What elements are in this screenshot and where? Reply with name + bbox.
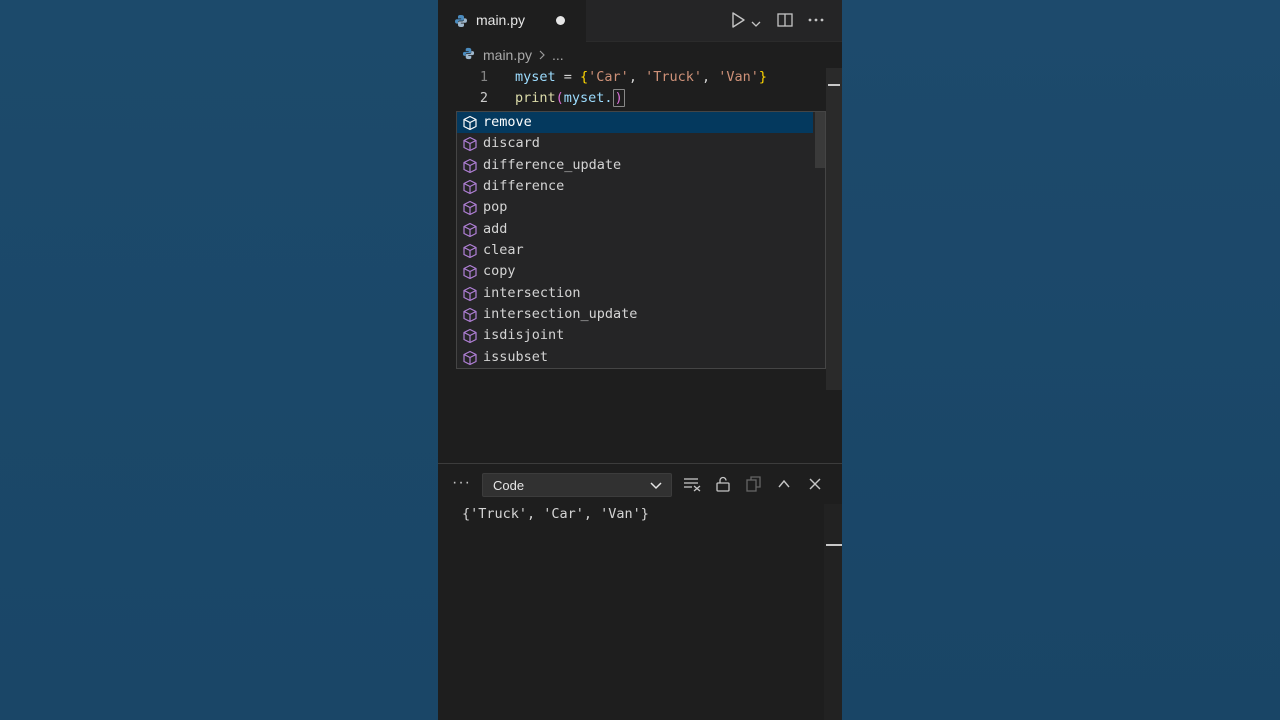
token: } [758,69,768,85]
suggestion-item[interactable]: pop [457,197,813,218]
suggestion-item[interactable]: intersection_update [457,304,813,325]
vscode-editor: main.py main.py ... 1 myset = {'Car', 'T… [438,0,842,720]
code-text: print(myset.) [515,89,625,107]
token: , [628,69,646,85]
suggestion-label: difference_update [483,156,622,173]
chevron-down-icon[interactable] [751,15,761,33]
clear-output-icon[interactable] [682,475,702,498]
python-file-icon [462,47,475,63]
output-channel-select[interactable]: Code [482,473,672,497]
suggestion-label: remove [483,114,532,130]
suggestion-item[interactable]: add [457,219,813,240]
suggestion-scrollbar[interactable] [815,112,825,168]
suggestion-item[interactable]: remove [457,112,813,133]
token: , [701,69,719,85]
suggestion-item[interactable]: discard [457,133,813,154]
lock-icon[interactable] [714,475,732,498]
token: = [555,69,581,85]
token: ( [555,90,564,106]
suggestion-label: add [483,220,508,237]
close-icon[interactable] [808,477,822,496]
method-cube-icon [462,350,478,371]
line-number: 2 [479,90,488,106]
chevron-up-icon[interactable] [777,477,791,495]
suggestion-item[interactable]: copy [457,261,813,282]
more-actions-icon[interactable]: ··· [452,474,471,492]
tab-label: main.py [476,12,526,28]
breadcrumb: main.py ... [462,46,564,64]
copy-icon[interactable] [745,475,763,498]
suggestion-label: isdisjoint [483,327,565,344]
token: 'Truck' [645,69,702,85]
suggestion-label: intersection_update [483,305,638,322]
code-text: myset = {'Car', 'Truck', 'Van'} [515,69,767,85]
token: { [580,69,589,85]
suggestion-item[interactable]: intersection [457,283,813,304]
play-icon[interactable] [730,11,746,34]
code-line: 2 print(myset.) [438,88,828,110]
token: myset. [563,90,613,106]
background-left [0,0,438,720]
suggestion-item[interactable]: issubset [457,347,813,368]
unsaved-dot-icon[interactable] [556,16,565,25]
suggestion-label: clear [483,241,524,258]
scrollbar-position-marker [828,84,840,86]
token: ) [612,89,625,107]
suggestion-label: difference [483,177,565,194]
chevron-right-icon [538,47,546,63]
suggestion-item[interactable]: clear [457,240,813,261]
suggestion-label: copy [483,263,516,280]
code-line: 1 myset = {'Car', 'Truck', 'Van'} [438,67,828,89]
suggestion-item[interactable]: difference_update [457,155,813,176]
token: 'Car' [588,69,629,85]
breadcrumb-file[interactable]: main.py [483,47,532,63]
more-actions-icon[interactable] [807,11,825,34]
scrollbar-position-marker [826,544,842,546]
split-editor-icon[interactable] [776,11,794,34]
output-scrollbar[interactable] [824,504,842,720]
line-number: 1 [479,69,488,85]
suggestion-label: intersection [483,284,581,301]
output-panel: ··· Code {'Truck', 'Car', 'Van'} [438,463,842,720]
suggestion-item[interactable]: difference [457,176,813,197]
output-channel-value: Code [493,478,525,493]
breadcrumb-symbol[interactable]: ... [552,47,564,63]
tab-main-py[interactable]: main.py [438,0,586,42]
suggestion-label: discard [483,135,540,152]
token: print [515,90,556,106]
editor-scrollbar[interactable] [826,68,842,390]
python-file-icon [454,14,468,33]
token: myset [515,69,556,85]
suggestion-label: issubset [483,348,549,365]
token: 'Van' [718,69,759,85]
suggestion-label: pop [483,199,508,216]
background-right [842,0,1280,720]
output-text: {'Truck', 'Car', 'Van'} [462,506,649,522]
tab-bar: main.py [438,0,842,42]
chevron-down-icon [649,479,663,497]
suggestion-item[interactable]: isdisjoint [457,325,813,346]
